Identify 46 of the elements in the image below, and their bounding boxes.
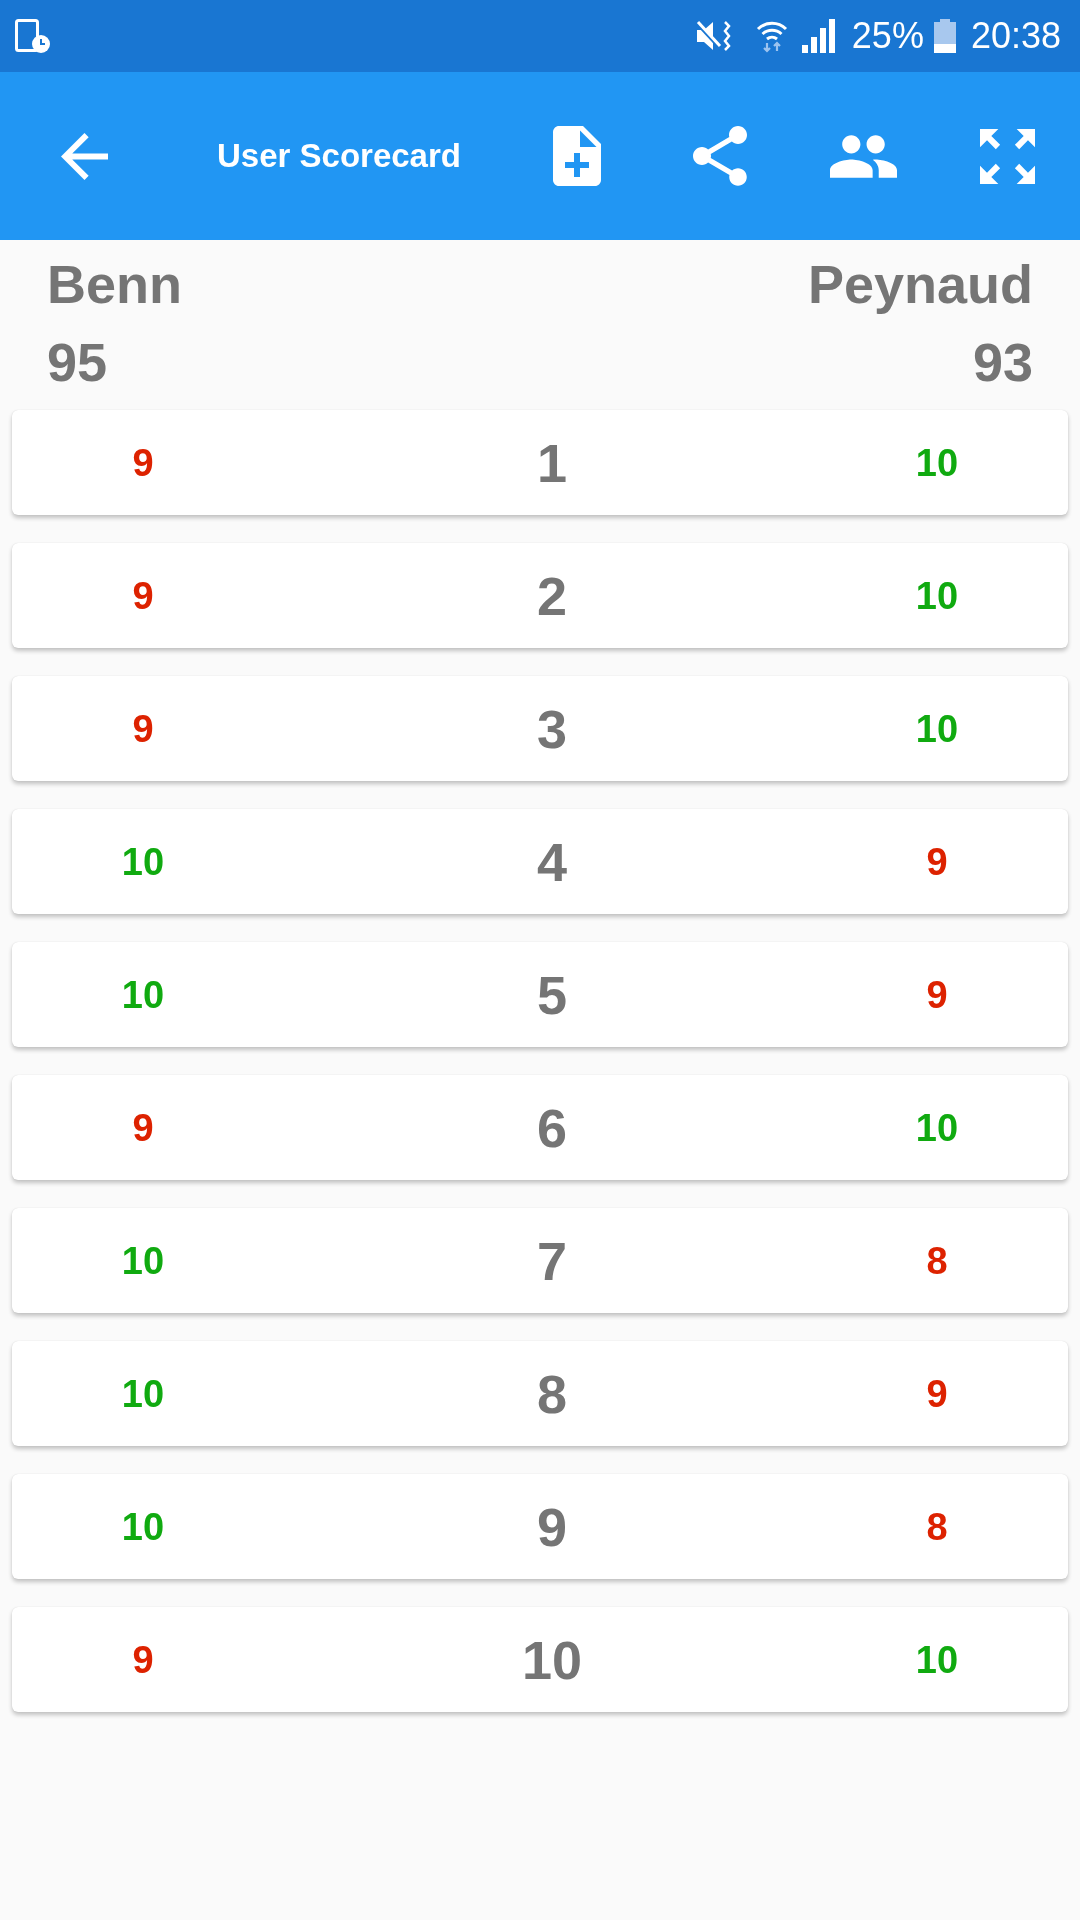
round-score: 9	[926, 839, 948, 884]
round-number: 5	[536, 964, 567, 1025]
signal-icon	[801, 19, 836, 53]
round-score: 10	[915, 706, 959, 751]
screen-title: User Scorecard	[217, 136, 461, 176]
round-number: 4	[536, 831, 567, 892]
round-score: 9	[926, 972, 948, 1017]
back-arrow-icon[interactable]	[61, 132, 108, 180]
round-score: 10	[915, 573, 959, 618]
round-score: 10	[121, 972, 165, 1017]
round-score: 9	[926, 1371, 948, 1416]
round-score: 9	[132, 1637, 154, 1682]
round-number: 1	[536, 432, 567, 493]
player-name: Benn	[47, 253, 182, 316]
player-total-score: 95	[47, 331, 108, 394]
round-score: 10	[121, 839, 165, 884]
round-number: 3	[536, 698, 567, 759]
round-score: 9	[132, 440, 154, 485]
player-name: Peynaud	[807, 253, 1033, 316]
battery-percent: 25%	[851, 16, 924, 56]
round-number: 2	[536, 565, 567, 626]
muted-vibrate-icon	[694, 19, 733, 53]
round-number: 8	[536, 1363, 567, 1424]
round-score: 10	[915, 1105, 959, 1150]
round-score: 8	[926, 1504, 948, 1549]
people-icon[interactable]	[830, 134, 897, 178]
wifi-icon	[755, 19, 788, 53]
round-score: 10	[121, 1504, 165, 1549]
clock-time: 20:38	[970, 16, 1061, 56]
round-score: 8	[926, 1238, 948, 1283]
round-score: 9	[132, 1105, 154, 1150]
round-score: 10	[915, 440, 959, 485]
tablet-clock-icon	[15, 19, 50, 53]
round-number: 10	[521, 1629, 583, 1690]
round-score: 10	[121, 1238, 165, 1283]
round-number: 9	[536, 1496, 567, 1557]
round-score: 10	[915, 1637, 959, 1682]
round-number: 7	[536, 1230, 567, 1291]
round-score: 9	[132, 573, 154, 618]
round-number: 6	[536, 1097, 567, 1158]
player-total-score: 93	[972, 331, 1033, 394]
add-document-icon[interactable]	[553, 126, 601, 186]
round-score: 9	[132, 706, 154, 751]
expand-arrows-icon[interactable]	[980, 128, 1035, 184]
round-score: 10	[121, 1371, 165, 1416]
share-icon[interactable]	[693, 126, 747, 186]
